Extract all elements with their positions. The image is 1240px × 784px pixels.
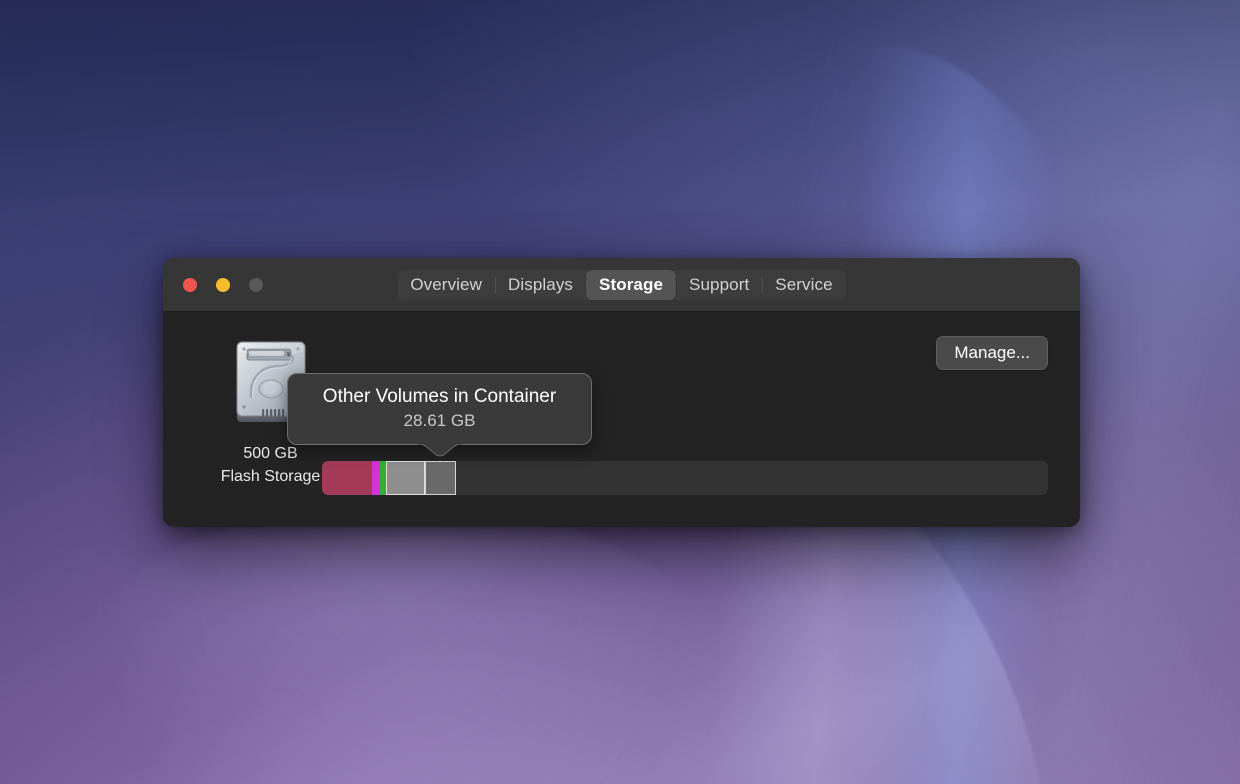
tab-displays-label: Displays — [507, 274, 574, 294]
tab-overview[interactable]: Overview — [397, 270, 495, 300]
storage-segment-tooltip: Other Volumes in Container 28.61 GB — [287, 373, 592, 457]
tab-support-label: Support — [689, 274, 750, 294]
window-titlebar: Overview Displays Storage Support Servic… — [163, 258, 1080, 312]
storage-segment-system-data[interactable] — [386, 461, 425, 495]
manage-button[interactable]: Manage... — [936, 336, 1048, 370]
drive-caption: 500 GB Flash Storage — [221, 443, 321, 488]
drive-capacity: 500 GB — [243, 445, 298, 462]
about-this-mac-window: Overview Displays Storage Support Servic… — [163, 258, 1080, 527]
drive-name: Flash Storage — [220, 467, 321, 485]
tab-service-label: Service — [775, 274, 833, 294]
tab-bar: Overview Displays Storage Support Servic… — [397, 269, 846, 300]
storage-usage-bar — [322, 461, 1048, 495]
close-button[interactable] — [183, 278, 197, 292]
tab-displays[interactable]: Displays — [494, 270, 586, 300]
tooltip-pointer-icon — [417, 443, 462, 457]
window-controls — [183, 278, 263, 292]
storage-pane: 500 GB Flash Storage B Manage... Other V — [163, 312, 1080, 527]
storage-segment-documents[interactable] — [322, 461, 372, 495]
storage-segment-apps[interactable] — [372, 461, 380, 495]
tooltip-title: Other Volumes in Container — [322, 386, 557, 407]
storage-segment-other-volumes[interactable] — [425, 461, 456, 495]
tab-overview-label: Overview — [410, 274, 482, 294]
minimize-button[interactable] — [216, 278, 230, 292]
wallpaper-ribbon-5 — [20, 500, 780, 784]
zoom-button — [249, 278, 263, 292]
tab-storage[interactable]: Storage — [586, 269, 677, 300]
manage-button-label: Manage... — [954, 343, 1030, 362]
tooltip-value: 28.61 GB — [403, 411, 476, 431]
tab-service[interactable]: Service — [762, 270, 845, 300]
tab-support[interactable]: Support — [676, 270, 762, 300]
desktop-wallpaper: Overview Displays Storage Support Servic… — [0, 0, 1240, 784]
tab-storage-label: Storage — [599, 274, 664, 294]
